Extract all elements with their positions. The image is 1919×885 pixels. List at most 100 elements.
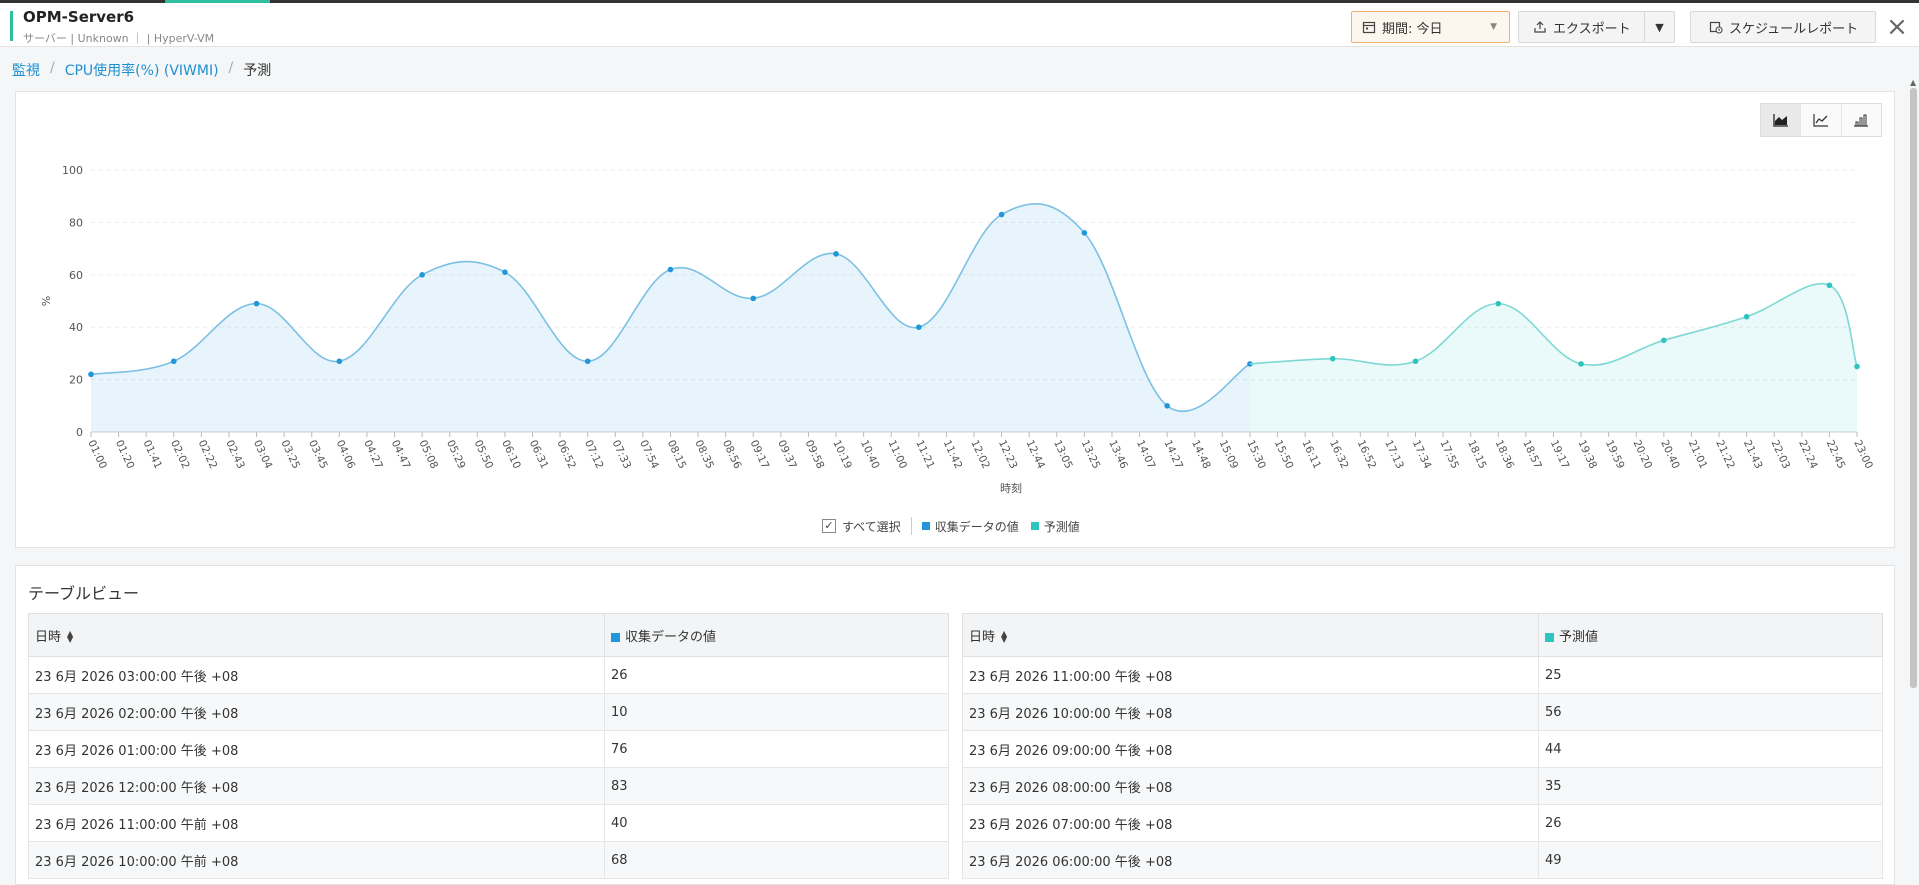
- y-tick-label: 20: [69, 374, 83, 387]
- x-tick-label: 02:22: [196, 438, 220, 471]
- cell-value: 10: [604, 693, 949, 731]
- column-header-collected: 収集データの値: [604, 613, 949, 657]
- x-tick-label: 12:02: [968, 438, 992, 471]
- y-tick-label: 0: [76, 426, 83, 439]
- cell-value: 26: [1538, 804, 1883, 842]
- data-point: [1495, 300, 1502, 307]
- data-point: [998, 211, 1005, 218]
- breadcrumb-monitor[interactable]: 監視: [12, 60, 40, 80]
- monitor-subtitle: サーバー | Unknown ｜ | HyperV-VM: [23, 32, 215, 45]
- chevron-down-icon: ▼: [1490, 22, 1497, 32]
- cell-datetime: 23 6月 2026 11:00:00 午前 +08: [28, 804, 605, 842]
- x-tick-label: 20:20: [1631, 438, 1655, 471]
- schedule-label: スケジュールレポート: [1729, 21, 1859, 37]
- x-tick-label: 07:33: [610, 438, 634, 471]
- period-dropdown[interactable]: 期間: 今日 ▼: [1351, 11, 1510, 43]
- data-point: [1081, 230, 1088, 236]
- column-header-datetime[interactable]: 日時 ▲ ▼: [28, 613, 605, 657]
- legend-item-collected[interactable]: 収集データの値: [921, 518, 1019, 535]
- x-tick-label: 05:29: [444, 438, 468, 471]
- x-tick-label: 13:46: [1106, 438, 1130, 471]
- data-point: [253, 300, 260, 307]
- x-tick-label: 06:52: [554, 438, 578, 471]
- x-tick-label: 17:13: [1382, 438, 1406, 471]
- x-tick-label: 06:31: [527, 438, 551, 471]
- column-header-label: 収集データの値: [625, 629, 717, 645]
- cell-value: 83: [604, 767, 949, 805]
- x-tick-label: 14:27: [1161, 438, 1185, 471]
- select-all-checkbox[interactable]: ✓: [822, 519, 836, 533]
- column-header-label: 日時: [969, 629, 996, 645]
- table-row: 23 6月 2026 06:00:00 午後 +08 49: [962, 841, 1883, 879]
- x-tick-label: 09:58: [803, 438, 827, 471]
- x-tick-label: 01:20: [113, 438, 137, 471]
- x-tick-label: 20:40: [1658, 438, 1682, 471]
- period-value: 今日: [1416, 21, 1443, 37]
- table-row: 23 6月 2026 08:00:00 午後 +08 35: [962, 767, 1883, 805]
- bar-chart-button[interactable]: [1842, 104, 1881, 136]
- x-tick-label: 11:00: [885, 438, 909, 471]
- x-tick-label: 21:43: [1741, 438, 1765, 471]
- close-icon[interactable]: ×: [1884, 14, 1910, 41]
- x-tick-label: 19:38: [1575, 438, 1599, 471]
- export-menu-toggle[interactable]: ▼: [1644, 12, 1674, 42]
- legend-swatch-forecast: [1030, 522, 1039, 530]
- area-chart-button[interactable]: [1761, 104, 1802, 136]
- breadcrumb-separator: /: [228, 60, 234, 76]
- x-tick-label: 11:21: [913, 438, 937, 471]
- export-button[interactable]: エクスポート ▼: [1518, 11, 1675, 43]
- sort-icon: ▲ ▼: [1001, 629, 1008, 644]
- table-row: 23 6月 2026 10:00:00 午後 +08 56: [962, 693, 1883, 731]
- data-point: [419, 272, 425, 278]
- x-tick-label: 18:57: [1520, 438, 1544, 471]
- x-tick-label: 12:44: [1023, 438, 1047, 471]
- page-scrollbar[interactable]: [1910, 88, 1917, 688]
- table-row: 23 6月 2026 10:00:00 午前 +08 68: [28, 841, 949, 879]
- breadcrumb-cpu[interactable]: CPU使用率(%) (VIWMI): [65, 60, 219, 80]
- x-tick-label: 11:42: [941, 438, 965, 471]
- x-tick-label: 16:11: [1299, 438, 1323, 471]
- line-chart-button[interactable]: [1801, 104, 1842, 136]
- header-accent-bar: [10, 11, 13, 41]
- calendar-icon: [1362, 21, 1376, 34]
- chart-type-switcher: [1760, 103, 1882, 137]
- forecast-data-table: 日時 ▲ ▼ 予測値 23 6月 2026 11:00:00 午後 +08 25 23…: [962, 613, 1883, 879]
- legend-divider: [910, 517, 912, 535]
- x-tick-label: 22:03: [1768, 438, 1792, 471]
- x-tick-label: 22:24: [1796, 438, 1820, 471]
- data-point: [1826, 282, 1833, 289]
- legend-label-collected: 収集データの値: [934, 519, 1019, 534]
- data-point: [336, 358, 343, 365]
- x-tick-label: 07:54: [637, 438, 661, 471]
- cell-datetime: 23 6月 2026 09:00:00 午後 +08: [962, 730, 1539, 768]
- scroll-up-arrow[interactable]: ▲: [1910, 78, 1916, 87]
- x-tick-label: 03:45: [306, 438, 330, 471]
- y-tick-label: 80: [69, 216, 83, 229]
- cell-datetime: 23 6月 2026 03:00:00 午後 +08: [28, 656, 605, 694]
- select-all-label[interactable]: すべて選択: [842, 518, 901, 535]
- column-header-datetime[interactable]: 日時 ▲ ▼: [962, 613, 1539, 657]
- column-header-forecast: 予測値: [1538, 613, 1883, 657]
- breadcrumb-separator: /: [50, 60, 55, 76]
- monitor-title: OPM-Server6: [23, 8, 135, 26]
- legend-item-forecast[interactable]: 予測値: [1030, 518, 1080, 535]
- x-tick-label: 03:25: [278, 438, 302, 471]
- cell-value: 40: [604, 804, 949, 842]
- schedule-report-button[interactable]: スケジュールレポート: [1690, 11, 1876, 43]
- x-tick-label: 04:27: [361, 438, 385, 471]
- x-tick-label: 05:08: [416, 438, 440, 471]
- x-tick-label: 09:37: [775, 438, 799, 471]
- collected-data-table: 日時 ▲ ▼ 収集データの値 23 6月 2026 03:00:00 午後 +08 2…: [28, 613, 949, 879]
- x-tick-label: 17:55: [1437, 438, 1461, 471]
- forecast-swatch: [1545, 632, 1554, 642]
- column-header-label: 日時: [35, 629, 62, 645]
- data-point: [916, 324, 922, 330]
- data-point: [88, 371, 94, 378]
- x-tick-label: 06:10: [499, 438, 523, 471]
- data-point: [1743, 313, 1750, 320]
- cell-value: 76: [604, 730, 949, 768]
- x-tick-label: 16:52: [1355, 438, 1379, 471]
- data-point: [750, 295, 757, 302]
- area-chart-icon: [1773, 114, 1788, 127]
- table-row: 23 6月 2026 02:00:00 午後 +08 10: [28, 693, 949, 731]
